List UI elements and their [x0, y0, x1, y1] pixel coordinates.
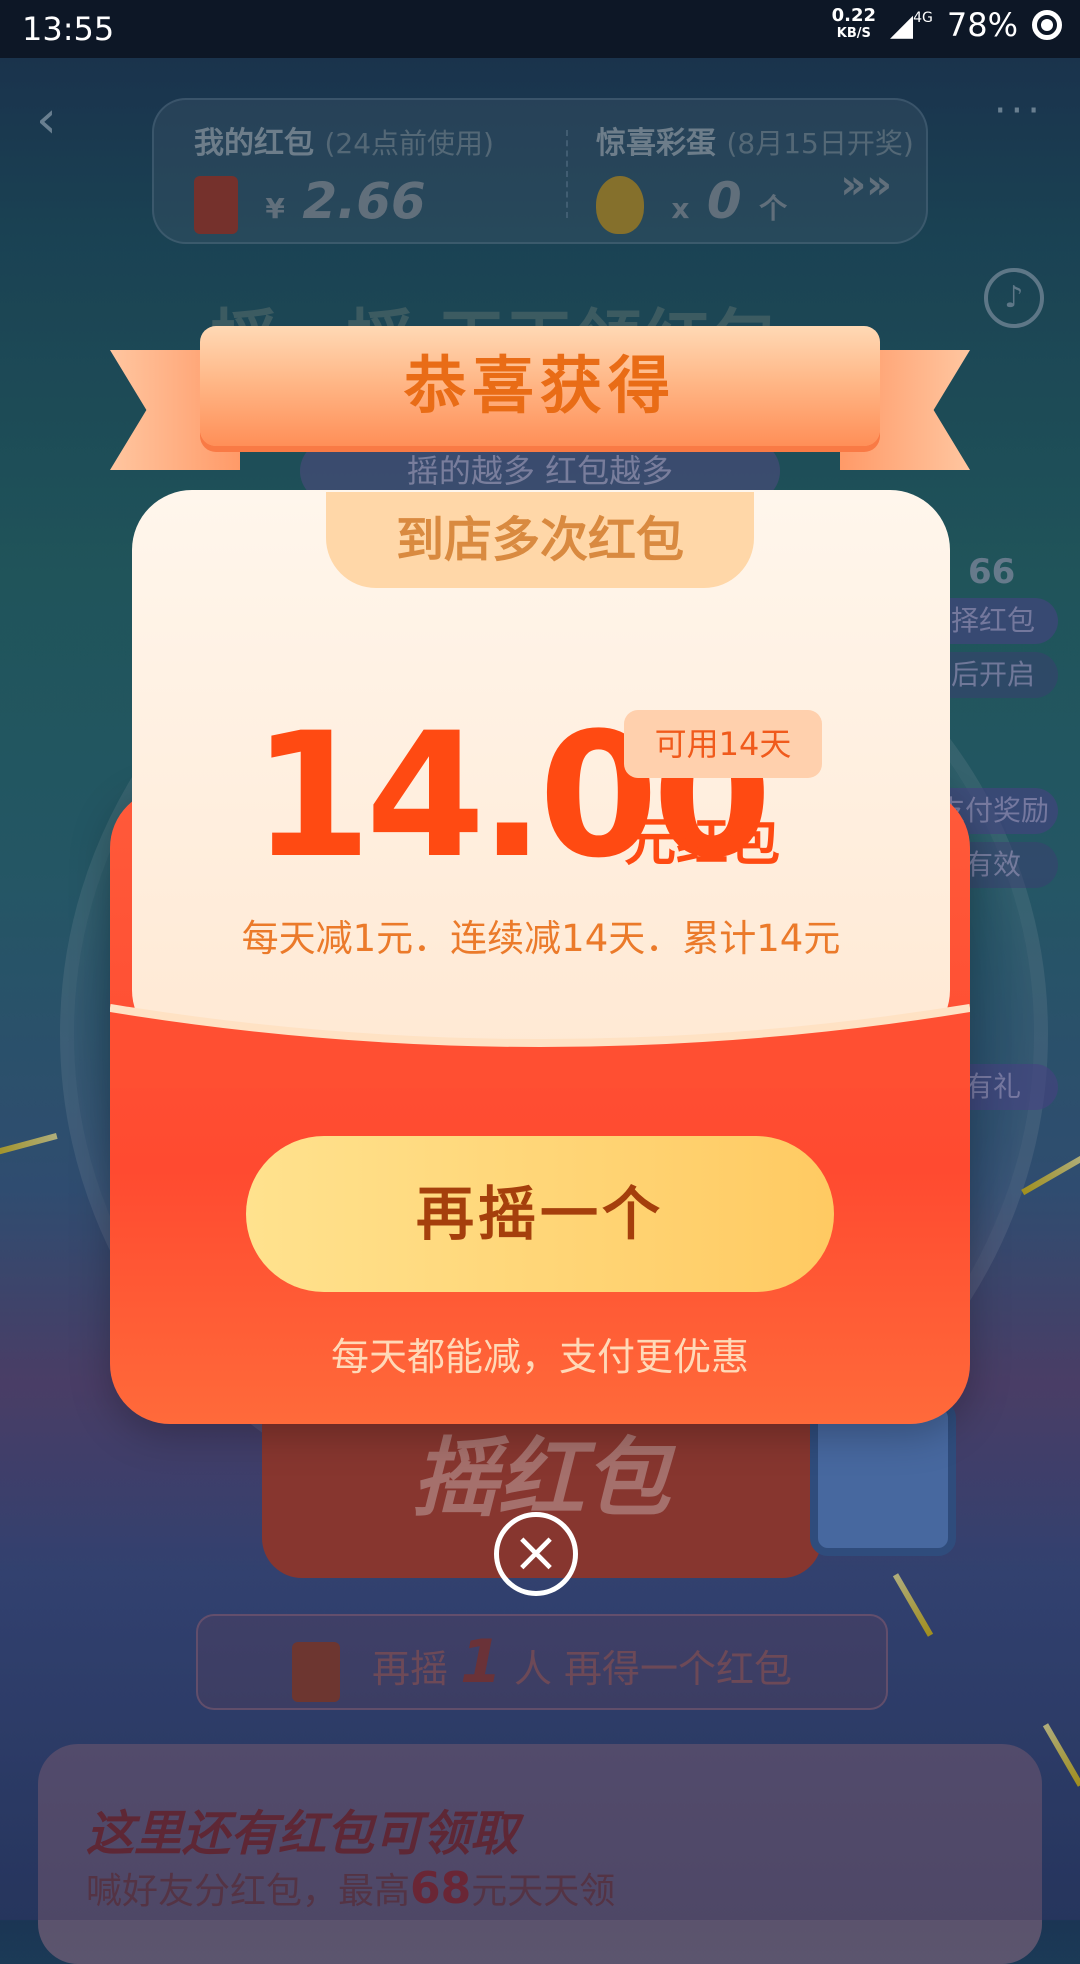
cta-note: 每天都能减，支付更优惠	[330, 1335, 749, 1379]
status-bar: 13:55 0.22 KB/S ◢ 4G 78%	[0, 0, 1080, 58]
shake-again-button[interactable]: 再摇一个	[246, 1136, 834, 1292]
reward-unit: 元红包	[624, 813, 781, 873]
validity-badge: 可用14天	[624, 710, 822, 778]
battery-icon	[1032, 10, 1062, 40]
status-time: 13:55	[22, 10, 115, 48]
signal-label: 4G	[913, 10, 933, 26]
battery-percent: 78%	[946, 6, 1018, 44]
net-speed-value: 0.22	[831, 5, 877, 26]
card-curve	[110, 1004, 970, 1088]
status-right: 0.22 KB/S ◢ 4G 78%	[832, 6, 1062, 44]
packet-type-tab: 到店多次红包	[326, 492, 754, 588]
signal-icon: ◢	[890, 7, 914, 43]
reward-description: 每天减1元．连续减14天．累计14元	[241, 917, 841, 960]
congrats-banner: 恭喜获得	[200, 326, 880, 446]
close-icon[interactable]: ×	[494, 1512, 578, 1596]
net-speed: 0.22 KB/S	[832, 7, 876, 43]
net-speed-unit: KB/S	[836, 26, 871, 41]
banner-text: 恭喜获得	[403, 349, 676, 422]
